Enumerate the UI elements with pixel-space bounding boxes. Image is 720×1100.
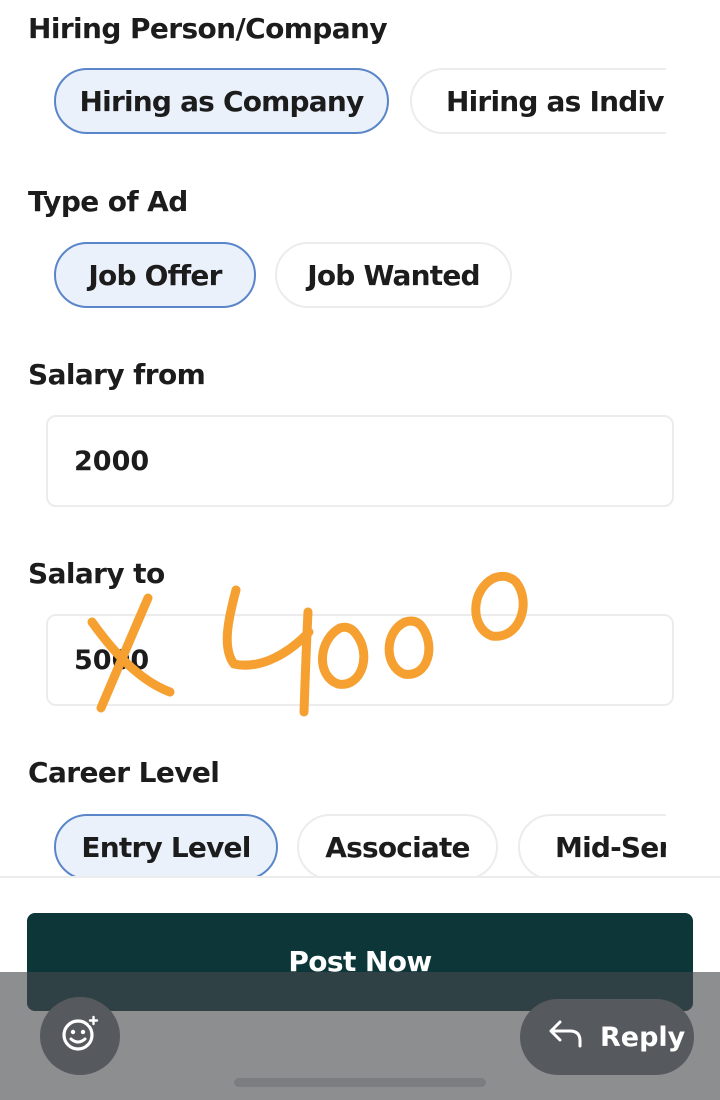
career-level-label: Career Level xyxy=(28,756,220,789)
hiring-section-label: Hiring Person/Company xyxy=(28,12,388,45)
bottom-divider xyxy=(0,876,720,878)
hiring-as-company-chip[interactable]: Hiring as Company xyxy=(54,68,389,134)
salary-to-label: Salary to xyxy=(28,557,165,590)
reply-label: Reply xyxy=(600,1021,686,1053)
emoji-reaction-button[interactable] xyxy=(40,997,120,1075)
hiring-as-individual-chip[interactable]: Hiring as Individual xyxy=(410,68,666,134)
associate-chip[interactable]: Associate xyxy=(297,814,498,876)
ad-type-options: Job Offer Job Wanted xyxy=(0,240,666,314)
salary-to-value: 5000 xyxy=(74,644,150,676)
emoji-add-icon xyxy=(60,1014,100,1058)
home-indicator xyxy=(234,1078,486,1087)
salary-from-input[interactable]: 2000 xyxy=(46,415,674,507)
hiring-options: Hiring as Company Hiring as Individual xyxy=(0,66,666,140)
salary-from-value: 2000 xyxy=(74,445,150,477)
salary-from-label: Salary from xyxy=(28,358,206,391)
entry-level-chip[interactable]: Entry Level xyxy=(54,814,278,876)
salary-to-input[interactable]: 5000 xyxy=(46,614,674,706)
job-offer-chip[interactable]: Job Offer xyxy=(54,242,256,308)
mid-senior-chip[interactable]: Mid-Senior xyxy=(518,814,666,876)
career-level-options: Entry Level Associate Mid-Senior xyxy=(0,812,666,876)
reply-arrow-icon xyxy=(548,1019,600,1056)
reply-button[interactable]: Reply xyxy=(520,999,694,1075)
job-wanted-chip[interactable]: Job Wanted xyxy=(275,242,512,308)
ad-type-section-label: Type of Ad xyxy=(28,185,188,218)
